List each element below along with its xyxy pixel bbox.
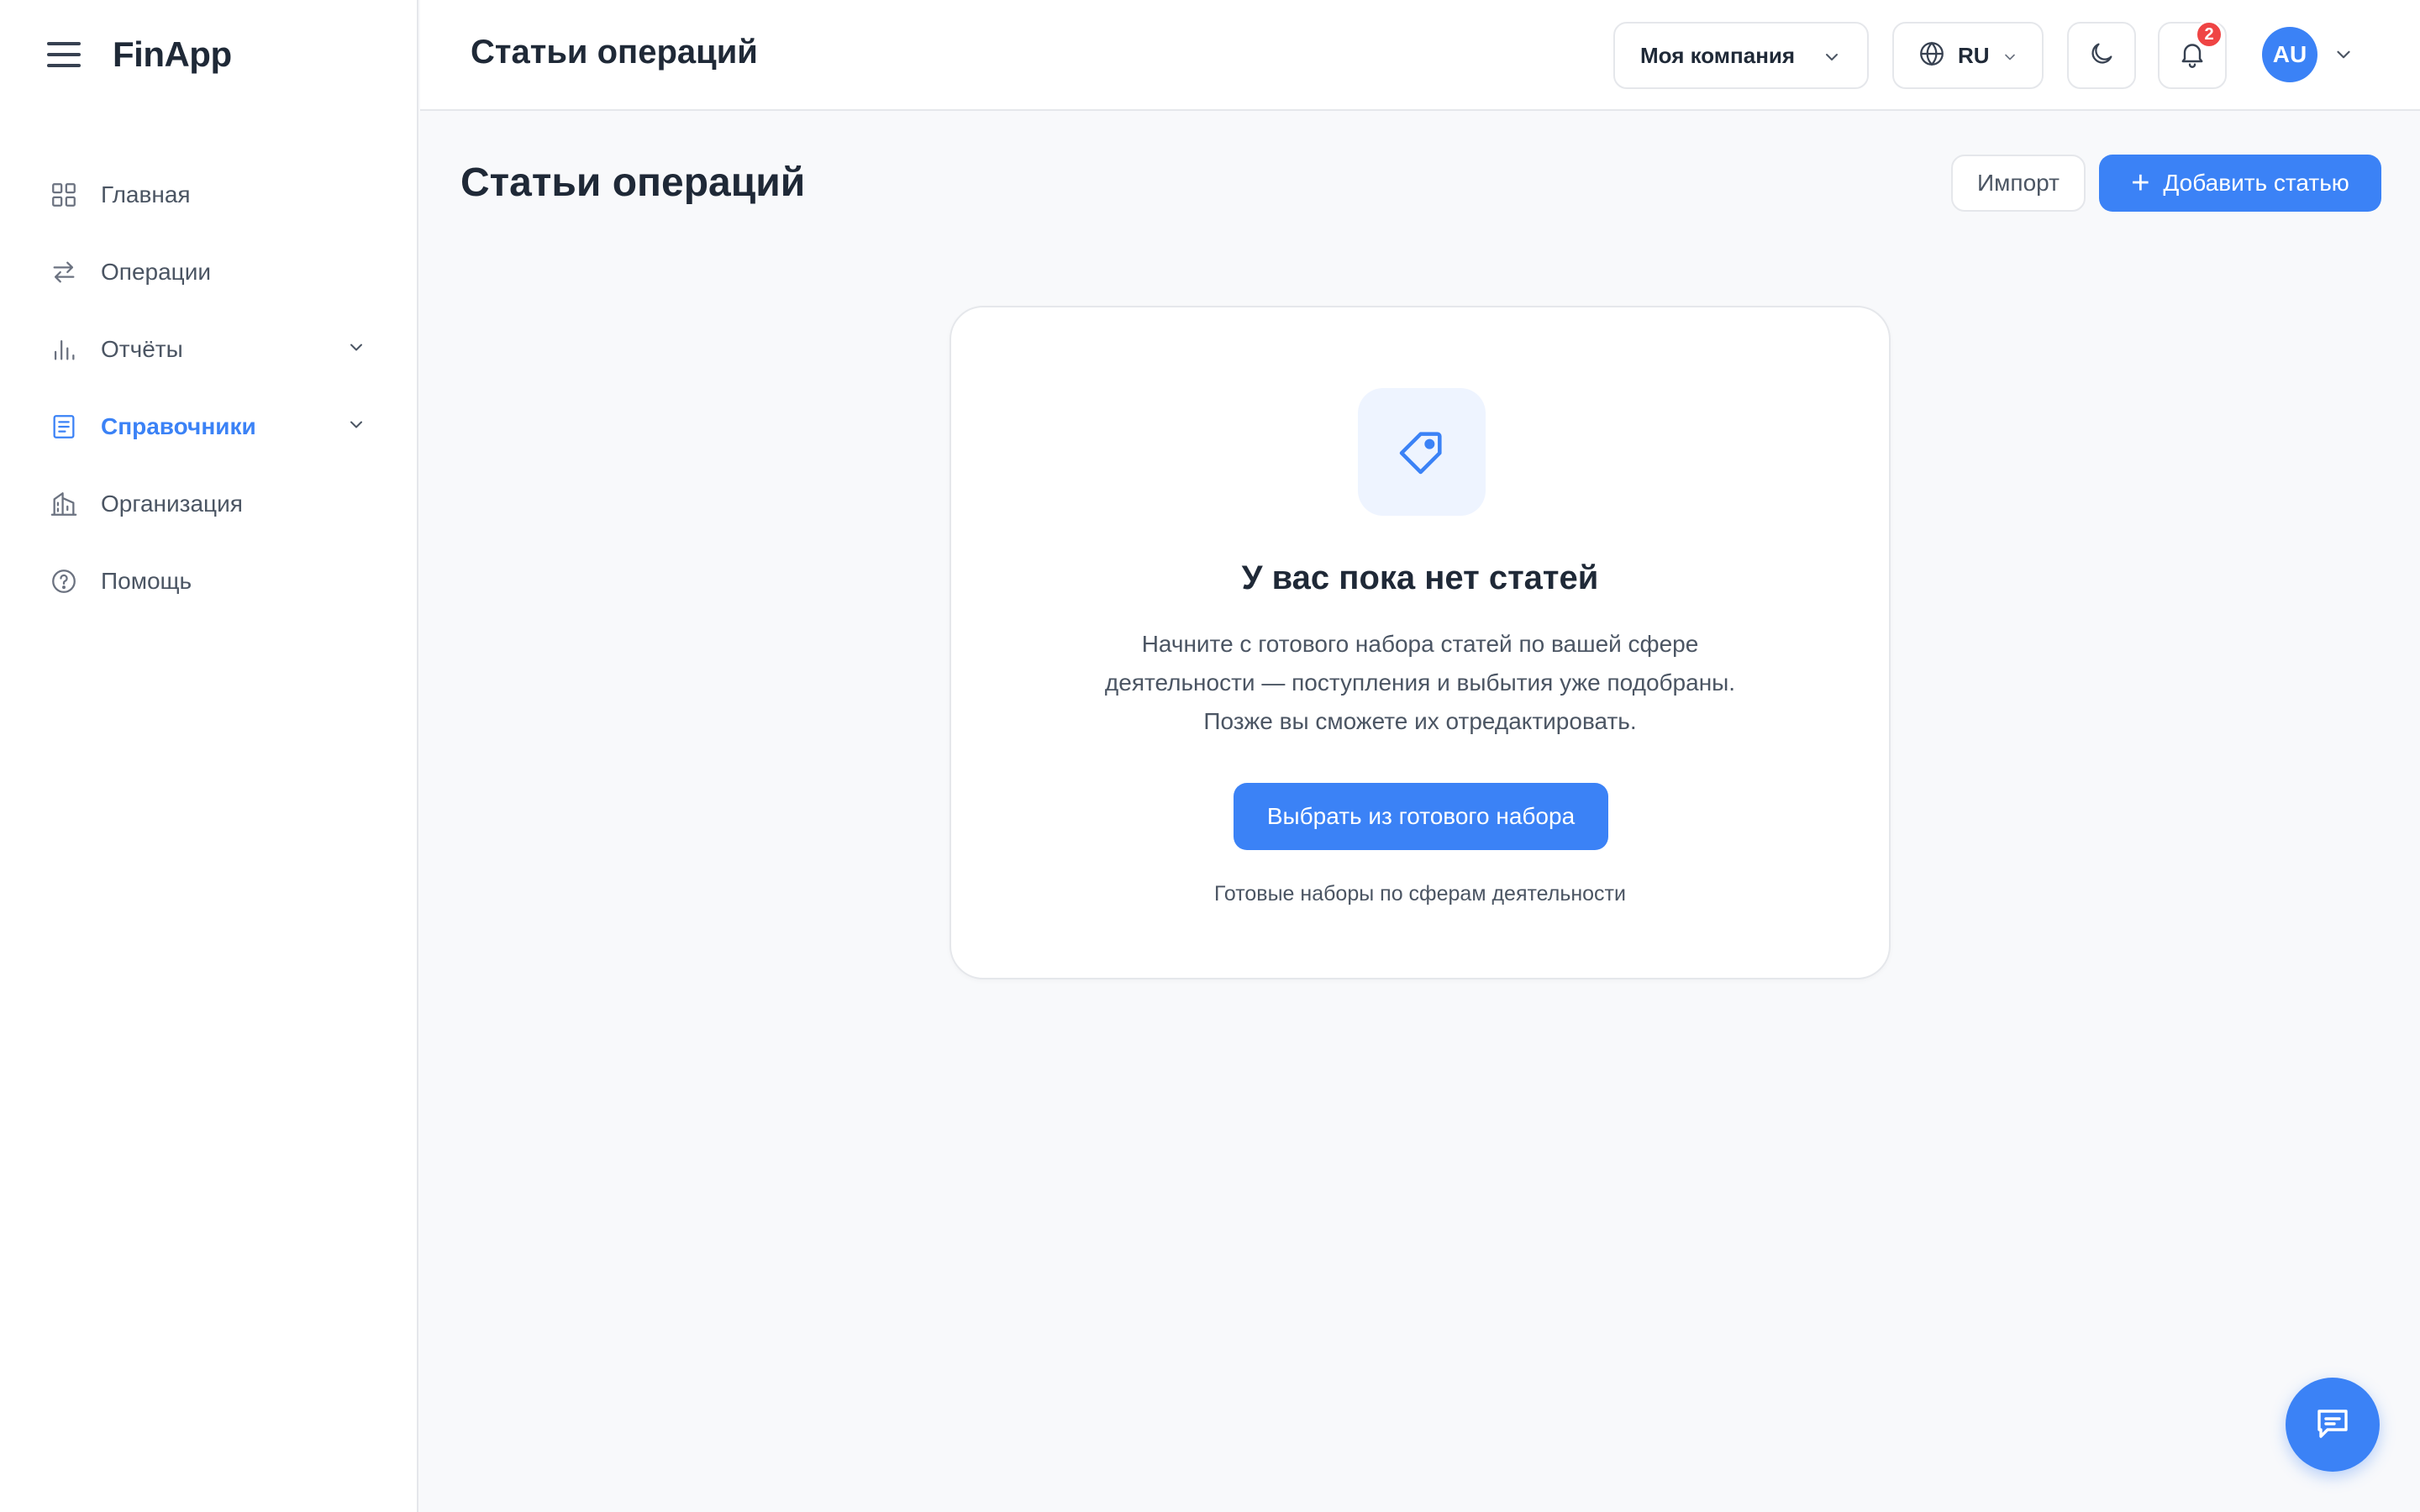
theme-toggle-button[interactable] [2067, 22, 2136, 89]
building-icon [49, 489, 79, 519]
sidebar-item-label: Организация [101, 491, 243, 517]
sidebar-item-operations[interactable]: Операции [0, 234, 417, 311]
company-label: Моя компания [1640, 42, 1796, 68]
preset-sets-link[interactable]: Готовые наборы по сферам деятельности [951, 882, 1889, 906]
plus-icon: + [2131, 165, 2150, 201]
sidebar-item-label: Справочники [101, 413, 256, 439]
menu-icon[interactable] [47, 42, 81, 67]
moon-icon [2087, 39, 2116, 72]
chevron-down-icon [346, 338, 366, 362]
empty-state-title: У вас пока нет статей [1241, 559, 1599, 596]
sidebar-nav: Главная Операции Отчёты Справочники Орга… [0, 156, 417, 620]
add-item-button[interactable]: + Добавить статью [2099, 155, 2381, 212]
empty-state-description: Начните с готового набора статей по ваше… [1069, 625, 1771, 741]
app-logo[interactable]: FinApp [113, 34, 232, 75]
sidebar-item-reports[interactable]: Отчёты [0, 311, 417, 388]
notification-badge: 2 [2195, 20, 2223, 49]
avatar[interactable]: AU [2262, 27, 2317, 82]
sidebar-item-help[interactable]: Помощь [0, 543, 417, 620]
bar-chart-icon [49, 334, 79, 365]
sidebar-item-home[interactable]: Главная [0, 156, 417, 234]
description-line: Позже вы сможете их отредактировать. [1203, 708, 1637, 734]
page-title: Статьи операций [460, 160, 806, 205]
chevron-down-icon [1822, 47, 1842, 71]
sidebar-header: FinApp [0, 0, 417, 109]
description-line: Начните с готового набора статей по ваше… [1141, 631, 1699, 657]
sidebar-item-organization[interactable]: Организация [0, 465, 417, 543]
chat-icon [2312, 1403, 2353, 1447]
description-line: деятельности — поступления и выбытия уже… [1104, 669, 1736, 696]
add-item-label: Добавить статью [2163, 170, 2349, 196]
sidebar-item-label: Главная [101, 181, 191, 207]
globe-icon [1918, 39, 1946, 72]
notifications-button[interactable]: 2 [2158, 20, 2227, 89]
book-icon [49, 412, 79, 442]
empty-state-card: У вас пока нет статей Начните с готового… [950, 306, 1891, 979]
help-circle-icon [49, 566, 79, 596]
choose-preset-button[interactable]: Выбрать из готового набора [1234, 783, 1608, 850]
topbar-title: Статьи операций [471, 34, 758, 71]
arrows-swap-icon [49, 257, 79, 287]
grid-icon [49, 180, 79, 210]
chevron-down-icon [2002, 49, 2018, 70]
sidebar: FinApp Главная Операции Отчёты Справочни… [0, 0, 418, 1512]
sidebar-item-label: Операции [101, 259, 211, 285]
import-button[interactable]: Импорт [1951, 155, 2086, 212]
tag-icon [1358, 388, 1486, 516]
language-selector[interactable]: RU [1892, 22, 2044, 89]
chevron-down-icon [346, 415, 366, 439]
language-label: RU [1958, 42, 1990, 68]
chevron-down-icon[interactable] [2333, 44, 2354, 70]
chat-button[interactable] [2286, 1378, 2380, 1472]
company-selector[interactable]: Моя компания [1613, 22, 1869, 89]
sidebar-item-directories[interactable]: Справочники [0, 388, 417, 465]
sidebar-item-label: Отчёты [101, 336, 183, 362]
sidebar-item-label: Помощь [101, 568, 192, 594]
topbar: Статьи операций Моя компания RU 2 AU [420, 0, 2420, 111]
